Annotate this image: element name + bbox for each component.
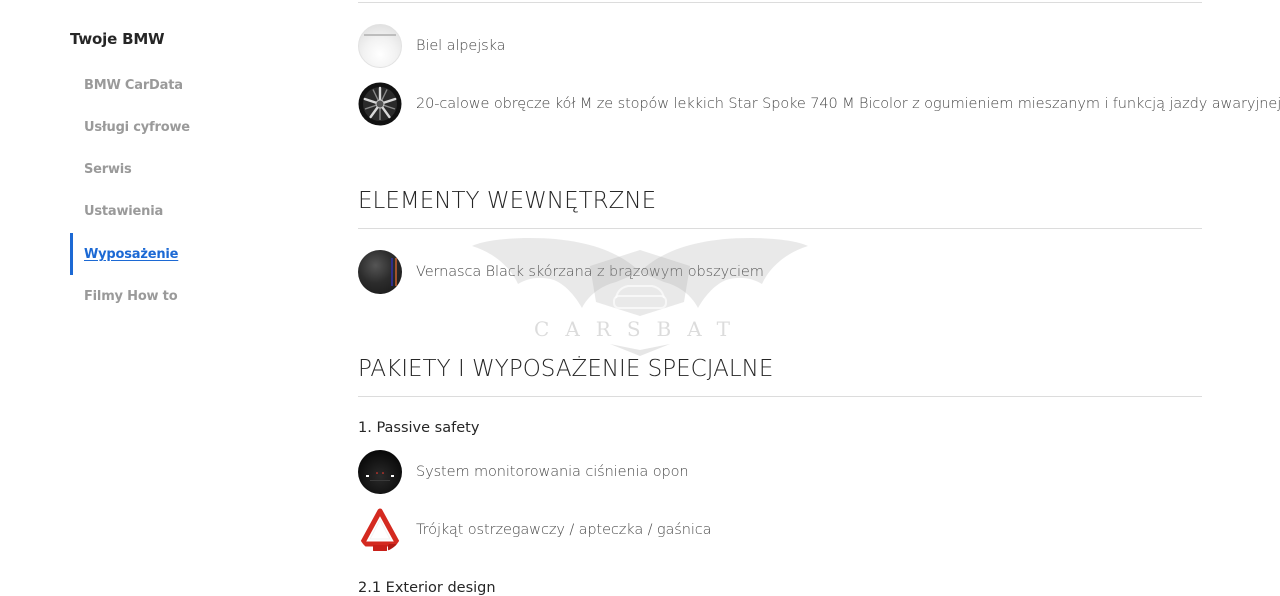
item-label: 20-calowe obręcze kół M ze stopów lekkic…	[416, 96, 1280, 112]
leather-swatch-icon	[358, 250, 402, 294]
item-label: Vernasca Black skórzana z brązowym obszy…	[416, 264, 764, 280]
sidebar-title: Twoje BMW	[70, 30, 165, 48]
sidebar-nav: Twoje BMW BMW CarData Usługi cyfrowe Ser…	[0, 0, 300, 594]
tire-pressure-icon	[358, 450, 402, 494]
divider	[358, 396, 1202, 397]
sidebar-item-wyposazenie[interactable]: Wyposażenie	[84, 247, 178, 262]
list-item: Trójkąt ostrzegawczy / apteczka / gaśnic…	[358, 507, 712, 553]
equipment-list: Biel alpejska 20-calowe obręcze kół M ze…	[358, 0, 1280, 596]
paint-swatch-icon	[358, 24, 402, 68]
sidebar-item-ustawienia[interactable]: Ustawienia	[84, 204, 163, 219]
list-item: 20-calowe obręcze kół M ze stopów lekkic…	[358, 81, 1280, 127]
item-label: Trójkąt ostrzegawczy / apteczka / gaśnic…	[416, 522, 712, 538]
sidebar-item-bmw-cardata[interactable]: BMW CarData	[84, 78, 183, 93]
active-indicator	[70, 233, 73, 275]
section-title-interior: ELEMENTY WEWNĘTRZNE	[358, 188, 657, 214]
item-label: Biel alpejska	[416, 38, 506, 54]
sidebar-item-filmy-how-to[interactable]: Filmy How to	[84, 289, 178, 304]
sidebar-item-uslugi-cyfrowe[interactable]: Usługi cyfrowe	[84, 120, 190, 135]
list-item: Vernasca Black skórzana z brązowym obszy…	[358, 249, 764, 295]
section-title-packages: PAKIETY I WYPOSAŻENIE SPECJALNE	[358, 356, 774, 382]
sidebar-item-serwis[interactable]: Serwis	[84, 162, 132, 177]
divider	[358, 2, 1202, 3]
group-title-passive-safety: 1. Passive safety	[358, 420, 480, 436]
wheel-rim-icon	[358, 82, 402, 126]
divider	[358, 228, 1202, 229]
item-label: System monitorowania ciśnienia opon	[416, 464, 689, 480]
list-item: Biel alpejska	[358, 23, 506, 69]
list-item: System monitorowania ciśnienia opon	[358, 449, 689, 495]
warning-triangle-icon	[358, 508, 402, 552]
